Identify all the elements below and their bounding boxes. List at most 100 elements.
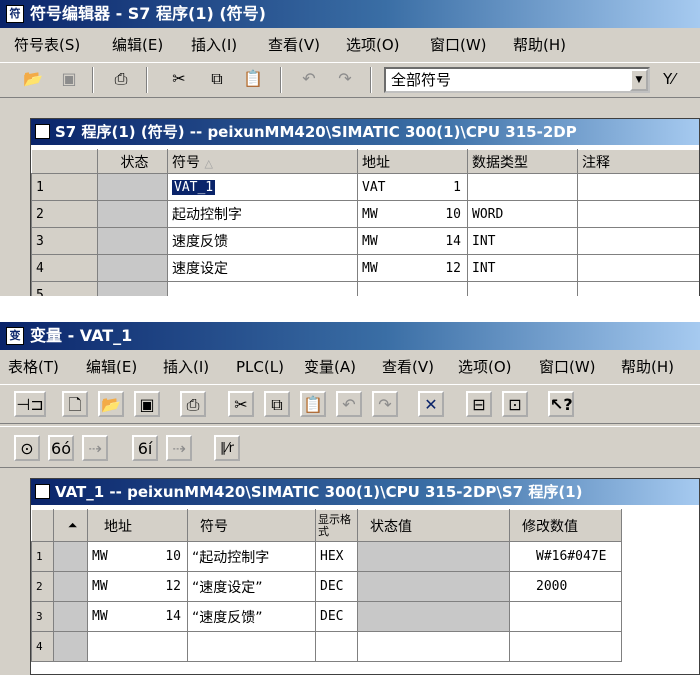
- table-row[interactable]: 3 MW 14 “速度反馈” DEC: [31, 601, 622, 632]
- save-icon[interactable]: ▣: [56, 67, 82, 93]
- new-icon[interactable]: 🗋: [62, 391, 88, 417]
- modify-value-cell[interactable]: 2000: [509, 571, 622, 602]
- symbol-cell[interactable]: VAT_1: [167, 173, 358, 201]
- header-address[interactable]: 地址: [357, 149, 468, 174]
- symbol-cell[interactable]: 速度反馈: [167, 227, 358, 255]
- header-display-format[interactable]: 显示格式: [315, 509, 358, 542]
- header-status[interactable]: 状态: [97, 149, 168, 174]
- menu-edit[interactable]: 编辑(E): [112, 30, 163, 60]
- address-cell[interactable]: MW 14: [357, 227, 468, 255]
- menu-help[interactable]: 帮助(H): [513, 30, 566, 60]
- modify-icon[interactable]: ⇢: [82, 435, 108, 461]
- undo-icon[interactable]: ↶: [336, 391, 362, 417]
- select-cell[interactable]: [53, 631, 88, 662]
- cpu-icon[interactable]: ⊡: [502, 391, 528, 417]
- comment-cell[interactable]: [577, 227, 699, 255]
- delete-icon[interactable]: ✕: [418, 391, 444, 417]
- menu-symbol-table[interactable]: 符号表(S): [14, 30, 80, 60]
- symbol-cell[interactable]: [167, 281, 358, 296]
- menu-insert[interactable]: 插入(I): [191, 30, 237, 60]
- address-cell[interactable]: MW 14: [87, 601, 188, 632]
- menu-options[interactable]: 选项(O): [346, 30, 400, 60]
- address-cell[interactable]: MW 12: [357, 254, 468, 282]
- pin-icon[interactable]: ⊣⊐: [14, 391, 46, 417]
- force-icon[interactable]: ∥⁄r: [214, 435, 240, 461]
- menu-view[interactable]: 查看(V): [382, 352, 434, 382]
- symbol-filter-select[interactable]: 全部符号 ▼: [384, 67, 650, 93]
- print-icon[interactable]: ⎙: [108, 67, 134, 93]
- table-row[interactable]: 2 MW 12 “速度设定” DEC 2000: [31, 571, 622, 602]
- menu-help[interactable]: 帮助(H): [621, 352, 674, 382]
- symbol-cell[interactable]: “速度设定”: [187, 571, 316, 602]
- comment-cell[interactable]: [577, 200, 699, 228]
- address-cell[interactable]: [357, 281, 468, 296]
- symbol-cell[interactable]: 速度设定: [167, 254, 358, 282]
- header-modify-value[interactable]: 修改数值: [509, 509, 622, 542]
- address-cell[interactable]: MW 10: [87, 541, 188, 572]
- menu-insert[interactable]: 插入(I): [163, 352, 209, 382]
- symbol-cell[interactable]: “速度反馈”: [187, 601, 316, 632]
- address-cell[interactable]: MW 12: [87, 571, 188, 602]
- header-comment[interactable]: 注释: [577, 149, 699, 174]
- title-bar[interactable]: 变 变量 - VAT_1: [0, 322, 700, 350]
- table-row[interactable]: 4 速度设定 MW 12 INT: [31, 254, 699, 282]
- comment-cell[interactable]: [577, 173, 699, 201]
- menu-options[interactable]: 选项(O): [458, 352, 512, 382]
- title-bar[interactable]: 符 符号编辑器 - S7 程序(1) (符号): [0, 0, 700, 28]
- table-row[interactable]: 1 MW 10 “起动控制字 HEX W#16#047E: [31, 541, 622, 572]
- help-icon[interactable]: ↖?: [548, 391, 574, 417]
- chevron-down-icon[interactable]: ▼: [630, 69, 648, 91]
- display-format-cell[interactable]: HEX: [315, 541, 358, 572]
- display-format-cell[interactable]: DEC: [315, 601, 358, 632]
- header-symbol[interactable]: 符号: [187, 509, 316, 542]
- glasses-icon[interactable]: 6ó: [48, 435, 74, 461]
- display-format-cell[interactable]: DEC: [315, 571, 358, 602]
- redo-icon[interactable]: ↷: [372, 391, 398, 417]
- display-format-cell[interactable]: [315, 631, 358, 662]
- header-address[interactable]: 地址: [87, 509, 188, 542]
- paste-icon[interactable]: 📋: [240, 67, 266, 93]
- print-icon[interactable]: ⎙: [180, 391, 206, 417]
- header-data-type[interactable]: 数据类型: [467, 149, 578, 174]
- redo-icon[interactable]: ↷: [332, 67, 358, 93]
- modify-value-cell[interactable]: [509, 631, 622, 662]
- header-status-value[interactable]: 状态值: [357, 509, 510, 542]
- data-type-cell[interactable]: [467, 281, 578, 296]
- symbol-cell[interactable]: [187, 631, 316, 662]
- symbol-cell[interactable]: 起动控制字: [167, 200, 358, 228]
- menu-window[interactable]: 窗口(W): [539, 352, 596, 382]
- table-row[interactable]: 2 起动控制字 MW 10 WORD: [31, 200, 699, 228]
- data-type-cell[interactable]: [467, 173, 578, 201]
- address-cell[interactable]: [87, 631, 188, 662]
- open-icon[interactable]: 📂: [98, 391, 124, 417]
- open-icon[interactable]: 📂: [20, 67, 46, 93]
- filter-icon[interactable]: Y⁄: [656, 67, 682, 93]
- cut-icon[interactable]: ✂: [228, 391, 254, 417]
- address-cell[interactable]: MW 10: [357, 200, 468, 228]
- table-row[interactable]: 1 VAT_1 VAT 1: [31, 173, 699, 201]
- glasses-once-icon[interactable]: 6í: [132, 435, 158, 461]
- network-icon[interactable]: ⊟: [466, 391, 492, 417]
- table-row[interactable]: 3 速度反馈 MW 14 INT: [31, 227, 699, 255]
- monitor-icon[interactable]: ⊙: [14, 435, 40, 461]
- menu-table[interactable]: 表格(T): [8, 352, 59, 382]
- data-type-cell[interactable]: INT: [467, 254, 578, 282]
- copy-icon[interactable]: ⧉: [204, 67, 230, 93]
- undo-icon[interactable]: ↶: [296, 67, 322, 93]
- sub-window-title-bar[interactable]: VAT_1 -- peixunMM420\SIMATIC 300(1)\CPU …: [31, 479, 699, 505]
- symbol-cell[interactable]: “起动控制字: [187, 541, 316, 572]
- copy-icon[interactable]: ⧉: [264, 391, 290, 417]
- modify-value-cell[interactable]: [509, 601, 622, 632]
- save-icon[interactable]: ▣: [134, 391, 160, 417]
- header-symbol[interactable]: 符号 △: [167, 149, 358, 174]
- comment-cell[interactable]: [577, 254, 699, 282]
- header-select-icon[interactable]: ⏶: [53, 509, 88, 542]
- menu-window[interactable]: 窗口(W): [430, 30, 487, 60]
- menu-plc[interactable]: PLC(L): [236, 352, 284, 382]
- menu-view[interactable]: 查看(V): [268, 30, 320, 60]
- select-cell[interactable]: [53, 571, 88, 602]
- table-row[interactable]: 5: [31, 281, 699, 296]
- comment-cell[interactable]: [577, 281, 699, 296]
- menu-variable[interactable]: 变量(A): [304, 352, 356, 382]
- cut-icon[interactable]: ✂: [166, 67, 192, 93]
